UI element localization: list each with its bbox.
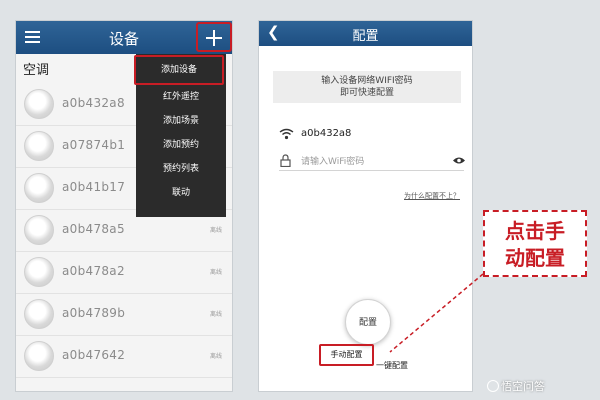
device-name: a0b41b17 <box>62 180 126 194</box>
config-button[interactable]: 配置 <box>345 299 391 345</box>
hint-line: 即可快速配置 <box>339 88 394 98</box>
watermark: 悟空问答 <box>487 378 545 394</box>
one-key-config-button[interactable]: 一键配置 <box>376 360 408 371</box>
wifi-password-field[interactable]: 请输入WiFi密码 <box>279 151 466 171</box>
device-name: a0b432a8 <box>62 96 125 110</box>
watermark-text: 悟空问答 <box>501 380 545 393</box>
password-placeholder: 请输入WiFi密码 <box>301 157 365 167</box>
air-conditioner-icon <box>24 341 54 371</box>
air-conditioner-icon <box>24 89 54 119</box>
config-header: ❮ 配置 <box>259 21 472 46</box>
watermark-icon <box>487 380 499 392</box>
device-name: a0b478a2 <box>62 264 125 278</box>
callout-line: 点击手 <box>505 219 565 243</box>
air-conditioner-icon <box>24 215 54 245</box>
wifi-network-row: a0b432a8 <box>279 126 464 144</box>
air-conditioner-icon <box>24 173 54 203</box>
menu-item-linkage[interactable]: 联动 <box>136 181 226 205</box>
device-status: 离线 <box>209 311 222 318</box>
category-label: 空调 <box>23 63 50 78</box>
device-status: 离线 <box>209 353 222 360</box>
device-name: a07874b1 <box>62 138 126 152</box>
air-conditioner-icon <box>24 131 54 161</box>
wifi-icon <box>279 128 294 140</box>
menu-item-add-schedule[interactable]: 添加预约 <box>136 133 226 157</box>
why-config-fail-link[interactable]: 为什么配置不上？ <box>404 191 460 201</box>
lock-icon <box>280 154 291 167</box>
device-status: 离线 <box>209 227 222 234</box>
device-list-header: 设备 <box>16 21 232 54</box>
device-name: a0b478a5 <box>62 222 125 236</box>
device-row[interactable]: a0b47642 离线 <box>16 336 232 378</box>
air-conditioner-icon <box>24 257 54 287</box>
air-conditioner-icon <box>24 299 54 329</box>
wifi-ssid: a0b432a8 <box>301 128 352 139</box>
annotation-callout: 点击手 动配置 <box>483 210 587 277</box>
menu-item-add-scene[interactable]: 添加场景 <box>136 109 226 133</box>
menu-item-schedule-list[interactable]: 预约列表 <box>136 157 226 181</box>
menu-item-add-device[interactable]: 添加设备 <box>134 55 224 85</box>
device-status: 离线 <box>209 269 222 276</box>
device-name: a0b47642 <box>62 348 126 362</box>
plus-icon <box>206 30 222 46</box>
config-screen: ❮ 配置 输入设备网络WIFI密码 即可快速配置 a0b432a8 请输入WiF… <box>258 20 473 392</box>
hint-line: 输入设备网络WIFI密码 <box>321 76 413 86</box>
device-name: a0b4789b <box>62 306 126 320</box>
menu-item-ir-remote[interactable]: 红外遥控 <box>136 85 226 109</box>
device-list-screen: 设备 空调 a0b432a8 a07874b1 a0b41b17 a0b478a… <box>15 20 233 392</box>
add-dropdown-menu: 添加设备 红外遥控 添加场景 添加预约 预约列表 联动 <box>134 54 226 217</box>
add-button[interactable] <box>196 22 232 52</box>
manual-config-button[interactable]: 手动配置 <box>319 344 374 366</box>
callout-line: 动配置 <box>505 246 565 270</box>
page-title: 配置 <box>352 29 379 44</box>
wifi-hint-box: 输入设备网络WIFI密码 即可快速配置 <box>273 71 461 103</box>
device-row[interactable]: a0b4789b 离线 <box>16 294 232 336</box>
device-row[interactable]: a0b478a2 离线 <box>16 252 232 294</box>
callout-text: 点击手 动配置 <box>485 218 585 272</box>
eye-icon[interactable] <box>452 156 466 165</box>
